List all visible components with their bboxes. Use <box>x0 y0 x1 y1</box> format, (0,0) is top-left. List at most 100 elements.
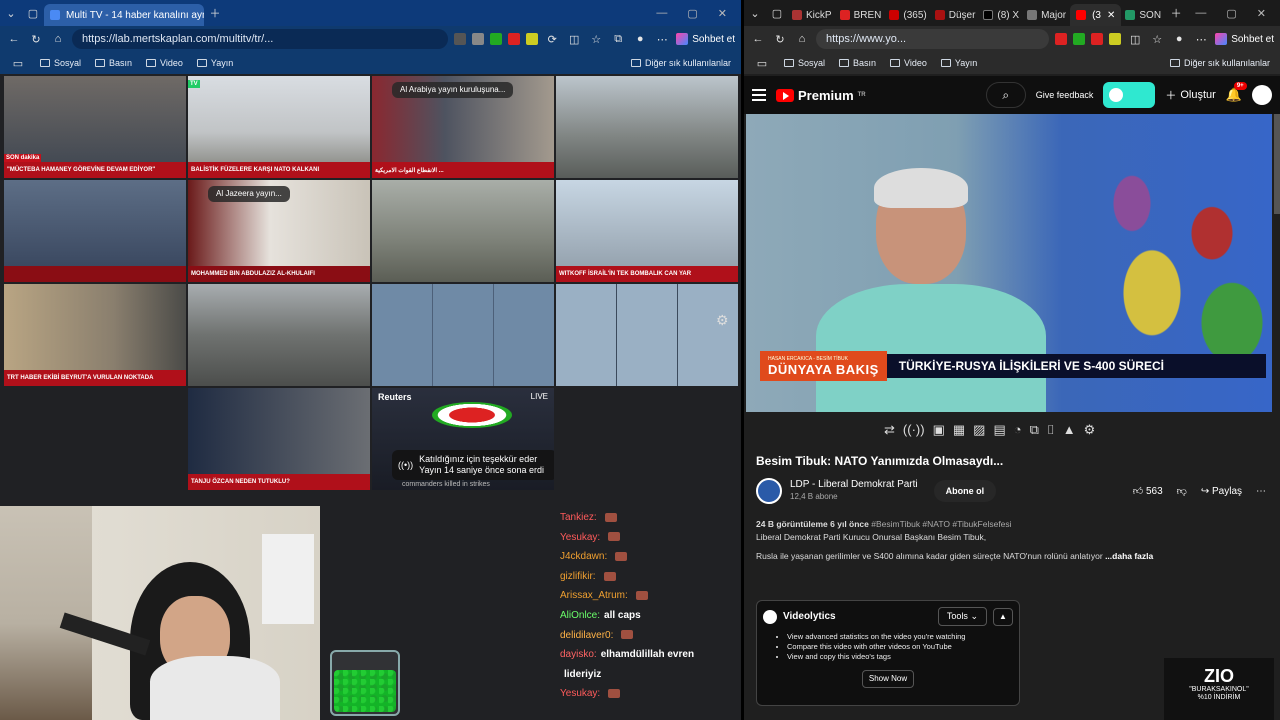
extension-icon[interactable] <box>472 33 485 45</box>
url-input[interactable]: https://lab.mertskaplan.com/multitv/tr/.… <box>72 29 449 49</box>
tab-active[interactable]: (3 ✕ <box>1070 4 1122 26</box>
chat-username[interactable]: Yesukay: <box>560 532 600 543</box>
tools-dropdown[interactable]: Tools ⌄ <box>937 607 987 626</box>
extension-icon[interactable] <box>490 33 503 45</box>
pip-icon[interactable]: ⧉ <box>1030 422 1039 438</box>
bookmark-folder[interactable]: Video <box>890 58 927 68</box>
calendar-icon[interactable]: ▦ <box>953 422 965 438</box>
tv-cell[interactable] <box>372 180 554 282</box>
refresh-ext-icon[interactable]: ⟳ <box>544 31 560 47</box>
workspaces-icon[interactable]: ▢ <box>22 2 44 24</box>
home-icon[interactable]: ⌂ <box>50 31 66 47</box>
gear-icon[interactable]: ⚙ <box>716 312 729 329</box>
tab[interactable]: BREN <box>836 4 886 26</box>
give-feedback-button[interactable]: Give feedback <box>1036 90 1094 100</box>
cinema-icon[interactable]: ▣ <box>933 422 945 438</box>
bookmark-app-icon[interactable]: ▭ <box>754 55 770 71</box>
settings-icon[interactable]: ⚙ <box>1084 422 1096 438</box>
description-box[interactable]: 24 B görüntüleme 6 yıl önce #BesimTibuk … <box>756 518 1266 588</box>
chat-username[interactable]: gizlifikir: <box>560 571 596 582</box>
tab[interactable]: Major <box>1023 4 1070 26</box>
tab-actions-icon[interactable]: ⌄ <box>744 2 766 24</box>
tv-cell[interactable]: SON dakika "MÜCTEBA HAMANEY GÖREVİNE DEV… <box>4 76 186 178</box>
channel-avatar[interactable] <box>756 478 782 504</box>
notifications-button[interactable]: 🔔 9+ <box>1226 82 1247 103</box>
tv-cell[interactable] <box>372 284 554 386</box>
collapse-button[interactable]: ▲ <box>993 607 1013 626</box>
other-bookmarks[interactable]: Diğer sık kullanılanlar <box>630 58 731 68</box>
chat-username[interactable]: J4ckdawn: <box>560 551 607 562</box>
chat-username[interactable]: Tankiez: <box>560 512 597 523</box>
extension-icon[interactable] <box>1073 33 1086 45</box>
menu-icon[interactable] <box>752 89 766 101</box>
bookmark-folder[interactable]: Sosyal <box>40 58 81 68</box>
bookmark-folder[interactable]: Yayın <box>940 58 977 68</box>
extension-toggle[interactable] <box>1103 82 1156 108</box>
split-icon[interactable]: ◫ <box>1127 31 1143 47</box>
tv-cell[interactable] <box>556 76 738 178</box>
collections-icon[interactable]: ⧉ <box>610 31 626 47</box>
tab[interactable]: (8) X <box>979 4 1023 26</box>
minimize-icon[interactable]: — <box>656 7 667 20</box>
chat-username[interactable]: delidilaver0: <box>560 630 613 641</box>
share-button[interactable]: ↪ Paylaş <box>1201 486 1242 497</box>
maximize-icon[interactable]: ▢ <box>687 7 697 20</box>
tv-cell[interactable] <box>556 284 738 386</box>
more-icon[interactable]: ⋯ <box>1193 31 1209 47</box>
tv-cell[interactable]: TANJU ÖZCAN NEDEN TUTUKLU? <box>188 388 370 490</box>
unavailable-pill[interactable]: Al Arabiya yayın kuruluşuna... <box>392 82 514 98</box>
home-icon[interactable]: ⌂ <box>794 31 810 47</box>
speed-icon[interactable]: ◔ <box>1014 422 1022 438</box>
tab[interactable]: KickP <box>788 4 836 26</box>
bookmark-folder[interactable]: Basın <box>95 58 132 68</box>
split-icon[interactable]: ◫ <box>566 31 582 47</box>
tab[interactable]: (365) <box>885 4 930 26</box>
tab[interactable]: SON <box>1121 4 1165 26</box>
tab[interactable]: Düşer <box>931 4 980 26</box>
chat-username[interactable]: dayisko: <box>560 649 597 660</box>
extension-icon[interactable] <box>526 33 539 45</box>
youtube-logo[interactable]: Premium TR <box>776 88 866 103</box>
tv-cell[interactable]: WITKOFF İSRAİL'İN TEK BOMBALIK CAN YAR <box>556 180 738 282</box>
extension-icon[interactable] <box>1109 33 1122 45</box>
new-tab-icon[interactable]: ＋ <box>204 2 226 24</box>
profile-icon[interactable]: ● <box>632 31 648 47</box>
loop-icon[interactable]: ⇄ <box>884 422 895 438</box>
extension-icon[interactable] <box>508 33 521 45</box>
copilot-button[interactable]: Sohbet et <box>676 33 735 45</box>
tv-cell[interactable]: Reuters LIVE ((•)) Katıldığınız için teş… <box>372 388 554 490</box>
like-button[interactable]: 👍︎ 563 <box>1133 485 1163 497</box>
audio-icon[interactable]: ((·)) <box>903 422 925 438</box>
chat-username[interactable]: Arissax_Atrum: <box>560 590 628 601</box>
other-bookmarks[interactable]: Diğer sık kullanılanlar <box>1169 58 1270 68</box>
close-window-icon[interactable]: ✕ <box>718 7 727 20</box>
show-more-link[interactable]: ...daha fazla <box>1105 551 1153 561</box>
tab-multitv[interactable]: Multi TV - 14 haber kanalını aynı a ✕ <box>44 4 204 26</box>
filter-icon[interactable]: ▲ <box>1063 422 1076 438</box>
tv-cell[interactable] <box>188 284 370 386</box>
back-icon[interactable]: ← <box>750 31 766 47</box>
url-input[interactable]: https://www.yo... <box>816 29 1050 49</box>
extension-icon[interactable] <box>1055 33 1068 45</box>
more-actions-icon[interactable]: ⋯ <box>1256 486 1266 497</box>
bookmark-folder[interactable]: Video <box>146 58 183 68</box>
subscribe-button[interactable]: Abone ol <box>933 480 997 502</box>
avatar[interactable] <box>1252 85 1272 105</box>
tv-cell[interactable]: TRT HABER EKİBİ BEYRUT'A VURULAN NOKTADA <box>4 284 186 386</box>
channel-name[interactable]: LDP - Liberal Demokrat Parti <box>790 479 918 490</box>
profile-icon[interactable]: ● <box>1171 31 1187 47</box>
show-now-button[interactable]: Show Now <box>862 670 914 688</box>
maximize-icon[interactable]: ▢ <box>1226 7 1236 20</box>
dislike-button[interactable]: 👎︎ <box>1177 485 1187 497</box>
chat-username[interactable]: AliOnlce: <box>560 610 600 621</box>
refresh-icon[interactable]: ↻ <box>772 31 788 47</box>
bookmark-folder[interactable]: Basın <box>839 58 876 68</box>
scrollbar[interactable] <box>1274 114 1280 214</box>
workspaces-icon[interactable]: ▢ <box>766 2 788 24</box>
close-icon[interactable]: ✕ <box>1107 10 1115 21</box>
hashtags[interactable]: #BesimTibuk #NATO #TibukFelsefesi <box>869 519 1011 529</box>
subtitles-icon[interactable]: ▤ <box>993 422 1005 438</box>
copilot-button[interactable]: Sohbet et <box>1215 33 1274 45</box>
refresh-icon[interactable]: ↻ <box>28 31 44 47</box>
more-icon[interactable]: ⋯ <box>654 31 670 47</box>
